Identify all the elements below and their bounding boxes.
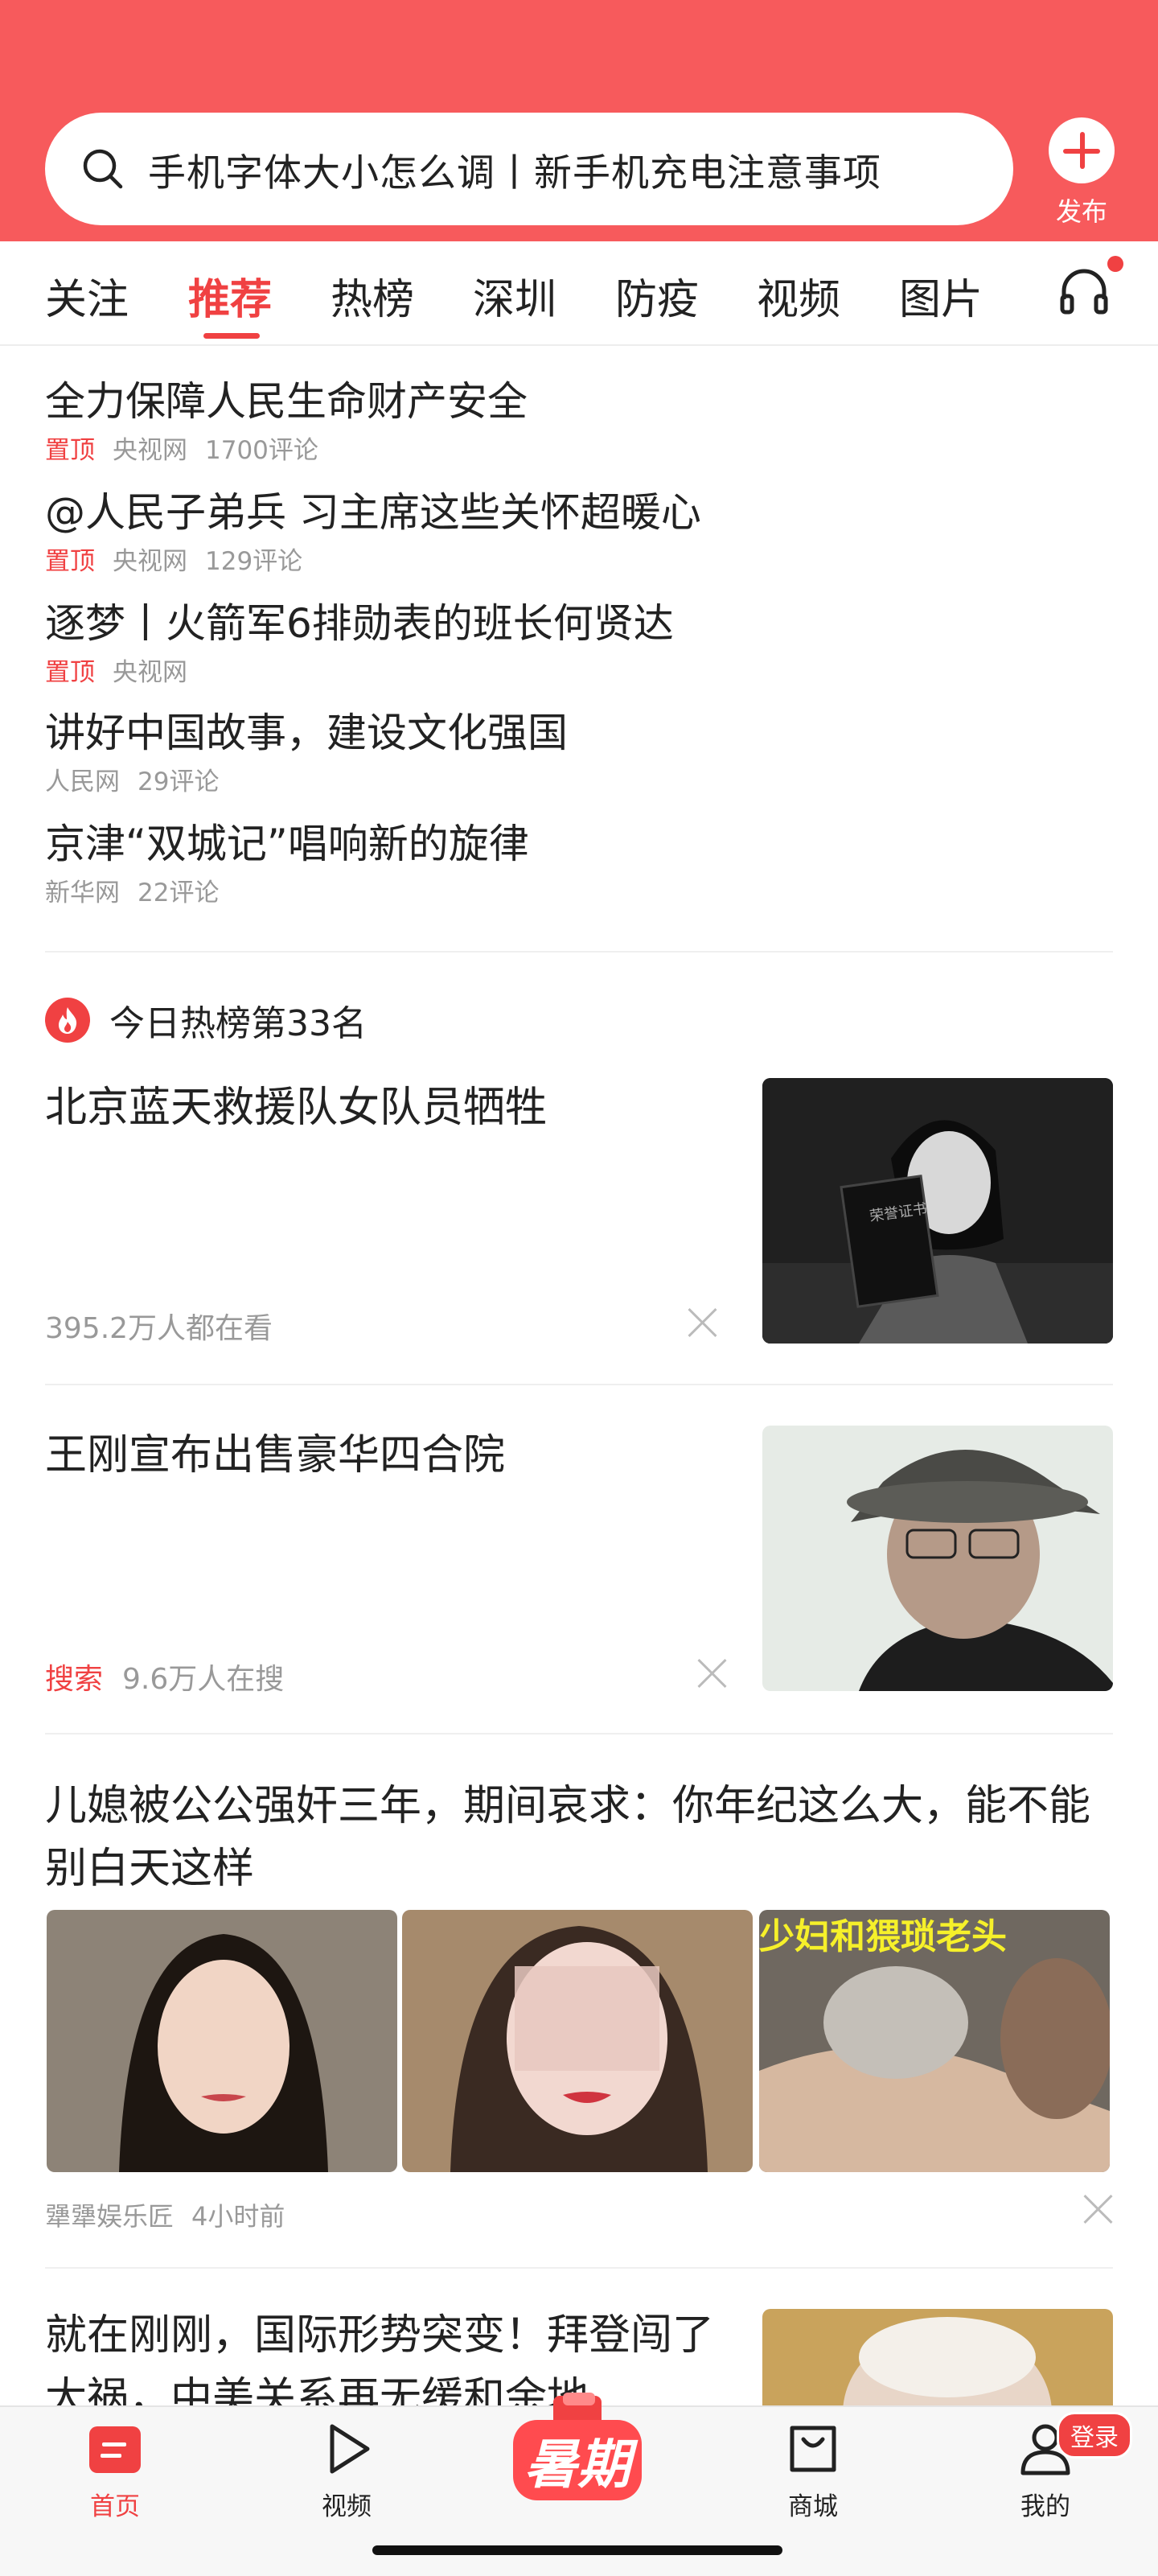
nav-video[interactable]: 视频 xyxy=(290,2420,403,2522)
card-title: 王刚宣布出售豪华四合院 xyxy=(45,1431,506,1479)
nav-mall[interactable]: 商城 xyxy=(757,2420,869,2522)
notification-dot xyxy=(1107,256,1123,272)
divider xyxy=(45,2267,1113,2269)
news-meta: 置顶 央视网 129评论 xyxy=(45,541,1115,577)
publish-label: 发布 xyxy=(1055,196,1107,227)
comment-count: 29评论 xyxy=(138,767,220,796)
article-thumbnail[interactable]: 荣誉证书 xyxy=(762,1078,1113,1344)
search-tag: 搜索 xyxy=(45,1663,104,1696)
tab-epidemic[interactable]: 防疫 xyxy=(615,265,699,326)
summer-promo-text: 暑期 xyxy=(524,2434,639,2496)
tab-shenzhen[interactable]: 深圳 xyxy=(473,265,556,326)
nav-label: 视频 xyxy=(322,2492,372,2521)
headset-icon[interactable] xyxy=(1056,264,1112,320)
tab-video[interactable]: 视频 xyxy=(757,265,840,326)
card-title: 儿媳被公公强奸三年，期间哀求：你年纪这么大，能不能别白天这样 xyxy=(45,1782,1091,1893)
news-title: 讲好中国故事，建设文化强国 xyxy=(45,710,568,756)
close-icon[interactable] xyxy=(698,1659,727,1688)
news-source: 央视网 xyxy=(113,547,187,576)
pinned-tag: 置顶 xyxy=(45,658,95,687)
publish-button[interactable]: 发布 xyxy=(1049,117,1115,228)
close-icon[interactable] xyxy=(688,1308,717,1337)
hot-rank-label: 今日热榜第33名 xyxy=(109,1003,367,1044)
search-bar[interactable]: 手机字体大小怎么调丨新手机充电注意事项 xyxy=(45,113,1013,225)
news-title: 逐梦丨火箭军6排勋表的班长何贤达 xyxy=(45,600,674,647)
tab-hot-list[interactable]: 热榜 xyxy=(331,265,414,326)
shopping-bag-icon xyxy=(790,2426,836,2472)
home-indicator xyxy=(372,2545,782,2555)
pinned-tag: 置顶 xyxy=(45,436,95,465)
news-item[interactable]: 讲好中国故事，建设文化强国 人民网 29评论 xyxy=(45,706,1115,797)
comment-count: 22评论 xyxy=(138,879,220,907)
nav-summer-promo[interactable]: 暑期 xyxy=(505,2393,650,2516)
search-count: 9.6万人在搜 xyxy=(122,1663,285,1696)
login-badge[interactable]: 登录 xyxy=(1057,2412,1132,2459)
search-hint-text: 手机字体大小怎么调丨新手机充电注意事项 xyxy=(148,150,881,195)
news-meta: 置顶 央视网 1700评论 xyxy=(45,430,1115,466)
news-item[interactable]: @人民子弟兵 习主席这些关怀超暖心 置顶 央视网 129评论 xyxy=(45,486,1115,577)
nav-label: 首页 xyxy=(90,2492,140,2521)
news-title: 全力保障人民生命财产安全 xyxy=(45,378,528,425)
card-meta: 搜索 9.6万人在搜 xyxy=(45,1656,284,1697)
nav-home[interactable]: 首页 xyxy=(59,2420,171,2522)
tab-active-indicator xyxy=(203,333,260,339)
pinned-tag: 置顶 xyxy=(45,547,95,576)
news-source: 央视网 xyxy=(113,658,187,687)
comment-count: 129评论 xyxy=(205,547,303,576)
card-source: 犟犟娱乐匠 xyxy=(45,2201,175,2232)
news-title: @人民子弟兵 习主席这些关怀超暖心 xyxy=(45,489,701,536)
news-source: 央视网 xyxy=(113,436,187,465)
channel-tabs: 关注 推荐 热榜 深圳 防疫 视频 图片 xyxy=(0,241,1158,346)
nav-label: 商城 xyxy=(788,2492,838,2521)
home-icon xyxy=(89,2426,141,2473)
article-image[interactable]: 少妇和猥琐老头 xyxy=(759,1910,1110,2172)
nav-label: 我的 xyxy=(1020,2492,1070,2521)
news-meta: 置顶 央视网 xyxy=(45,652,1115,688)
news-source: 人民网 xyxy=(45,767,120,796)
tab-pictures[interactable]: 图片 xyxy=(899,265,983,326)
card-title: 北京蓝天救援队女队员牺牲 xyxy=(45,1084,548,1132)
search-icon xyxy=(83,149,123,189)
article-image[interactable] xyxy=(47,1910,397,2172)
news-title: 京津“双城记”唱响新的旋律 xyxy=(45,821,529,867)
plus-icon xyxy=(1049,117,1115,183)
news-source: 新华网 xyxy=(45,879,120,907)
tab-follow[interactable]: 关注 xyxy=(45,265,129,326)
play-icon xyxy=(330,2424,370,2474)
article-image[interactable] xyxy=(402,1910,753,2172)
view-count: 395.2万人都在看 xyxy=(45,1312,273,1345)
article-thumbnail[interactable] xyxy=(762,1426,1113,1691)
hot-rank-header[interactable]: 今日热榜第33名 xyxy=(45,994,367,1046)
fire-icon xyxy=(45,998,90,1043)
news-item[interactable]: 全力保障人民生命财产安全 置顶 央视网 1700评论 xyxy=(45,375,1115,466)
card-time: 4小时前 xyxy=(191,2201,285,2232)
close-icon[interactable] xyxy=(1084,2195,1113,2224)
comment-count: 1700评论 xyxy=(205,436,318,465)
summer-promo-icon: 暑期 xyxy=(513,2393,642,2500)
news-item[interactable]: 逐梦丨火箭军6排勋表的班长何贤达 置顶 央视网 xyxy=(45,597,1115,688)
card-meta: 犟犟娱乐匠 4小时前 xyxy=(45,2196,285,2233)
news-meta: 新华网 22评论 xyxy=(45,872,1115,908)
divider xyxy=(45,1384,1113,1385)
divider xyxy=(45,951,1113,953)
tabs-fade xyxy=(1029,241,1053,343)
image-caption: 少妇和猥琐老头 xyxy=(759,1916,1007,1957)
divider xyxy=(45,1733,1113,1734)
news-item[interactable]: 京津“双城记”唱响新的旋律 新华网 22评论 xyxy=(45,817,1115,908)
header-bar: 手机字体大小怎么调丨新手机充电注意事项 发布 xyxy=(0,0,1158,241)
tab-recommend[interactable]: 推荐 xyxy=(188,265,272,326)
news-meta: 人民网 29评论 xyxy=(45,761,1115,797)
